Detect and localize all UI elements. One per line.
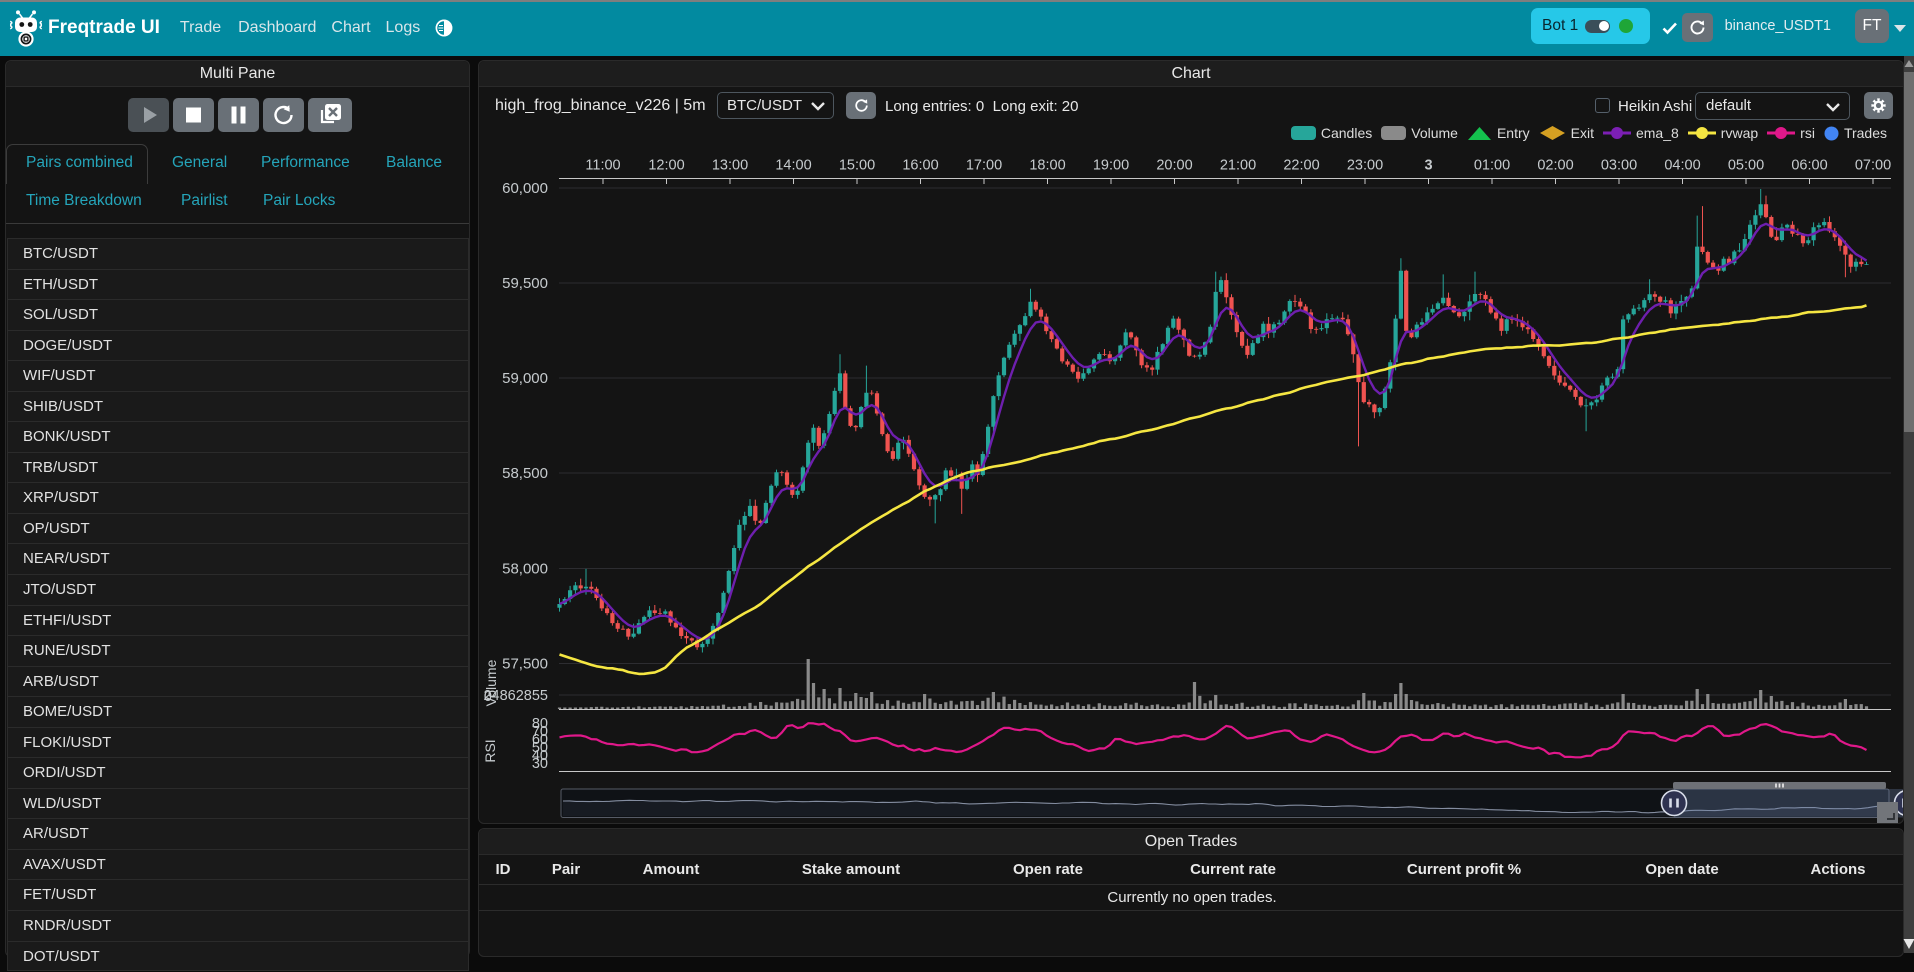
svg-text:58,500: 58,500 (502, 465, 548, 482)
svg-text:06:00: 06:00 (1791, 158, 1827, 174)
svg-text:15:00: 15:00 (839, 158, 875, 174)
svg-text:20:00: 20:00 (1156, 158, 1192, 174)
svg-text:RSI: RSI (482, 739, 498, 762)
svg-text:21:00: 21:00 (1220, 158, 1256, 174)
svg-text:03:00: 03:00 (1601, 158, 1637, 174)
svg-text:23:00: 23:00 (1347, 158, 1383, 174)
svg-text:05:00: 05:00 (1728, 158, 1764, 174)
svg-text:07:00: 07:00 (1855, 158, 1891, 174)
svg-text:0: 0 (484, 689, 492, 705)
svg-text:18:00: 18:00 (1029, 158, 1065, 174)
svg-text:30: 30 (532, 756, 548, 772)
svg-text:16:00: 16:00 (902, 158, 938, 174)
svg-text:22:00: 22:00 (1283, 158, 1319, 174)
svg-text:17:00: 17:00 (966, 158, 1002, 174)
svg-text:11:00: 11:00 (585, 158, 620, 174)
svg-text:57,500: 57,500 (502, 656, 548, 673)
svg-text:59,000: 59,000 (502, 370, 548, 387)
svg-text:04:00: 04:00 (1664, 158, 1700, 174)
svg-text:13:00: 13:00 (712, 158, 748, 174)
svg-text:59,500: 59,500 (502, 275, 548, 292)
svg-text:24862855: 24862855 (483, 688, 548, 704)
svg-text:3: 3 (1424, 158, 1432, 174)
svg-text:60,000: 60,000 (502, 180, 548, 197)
svg-text:58,000: 58,000 (502, 561, 548, 578)
svg-text:01:00: 01:00 (1474, 158, 1510, 174)
svg-text:12:00: 12:00 (648, 158, 684, 174)
svg-text:14:00: 14:00 (775, 158, 811, 174)
svg-text:02:00: 02:00 (1537, 158, 1573, 174)
svg-text:19:00: 19:00 (1093, 158, 1129, 174)
